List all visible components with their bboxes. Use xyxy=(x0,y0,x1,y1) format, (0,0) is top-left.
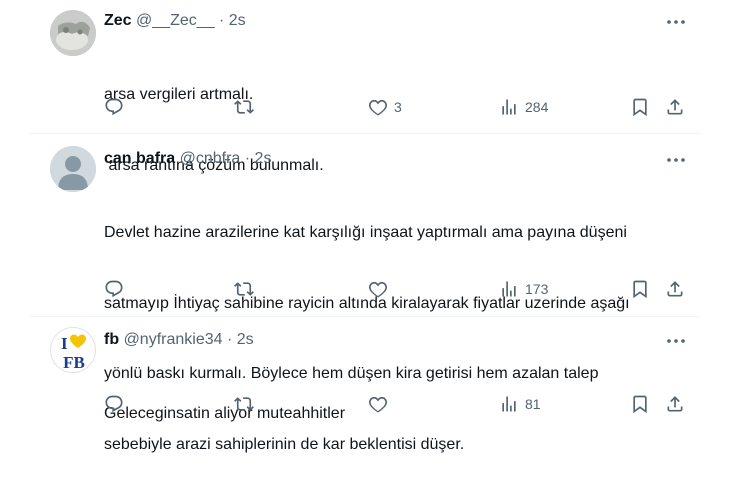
tweet-can-bafra[interactable]: can bafra @cnbfra · 2s Devlet hazine ara… xyxy=(0,134,730,453)
separator-dot: · xyxy=(219,12,225,29)
retweet-icon xyxy=(234,100,254,114)
retweet-button[interactable] xyxy=(234,278,254,300)
retweet-icon xyxy=(234,397,254,411)
display-name[interactable]: Zec xyxy=(104,12,132,29)
bookmark-button[interactable] xyxy=(630,278,650,300)
more-icon xyxy=(667,158,685,162)
like-icon xyxy=(368,99,388,116)
share-button[interactable] xyxy=(665,278,685,300)
reply-button[interactable] xyxy=(104,278,124,300)
share-icon xyxy=(667,396,683,412)
tweet-text-line: Devlet hazine arazilerine kat karşılığı … xyxy=(104,224,627,241)
default-avatar-icon xyxy=(50,146,96,192)
i-love-fb-logo: I FB xyxy=(51,328,95,372)
retweet-button[interactable] xyxy=(234,96,254,118)
display-name[interactable]: fb xyxy=(104,331,119,348)
tweet-header: can bafra @cnbfra · 2s xyxy=(104,148,271,170)
tweet-text: Geleceginsatin aliyor muteahhitler xyxy=(104,355,704,473)
views-icon xyxy=(502,396,516,412)
logo-letter: I xyxy=(61,334,68,353)
user-handle[interactable]: @nyfrankie34 xyxy=(124,331,223,348)
share-button[interactable] xyxy=(665,96,685,118)
views-button[interactable]: 173 xyxy=(499,278,548,300)
more-button[interactable] xyxy=(664,331,688,351)
user-handle[interactable]: @cnbfra xyxy=(180,150,241,167)
bookmark-icon xyxy=(633,280,647,299)
timestamp[interactable]: 2s xyxy=(229,12,246,29)
bookmark-button[interactable] xyxy=(630,393,650,415)
retweet-button[interactable] xyxy=(234,393,254,415)
more-button[interactable] xyxy=(664,150,688,170)
views-count: 284 xyxy=(525,99,549,115)
views-button[interactable]: 81 xyxy=(499,393,541,415)
share-icon xyxy=(667,281,683,297)
tweet-fb[interactable]: I FB fb @nyfrankie34 · 2s Geleceginsatin… xyxy=(0,317,730,422)
user-handle[interactable]: @__Zec__ xyxy=(136,12,215,29)
like-button[interactable] xyxy=(368,393,394,415)
avatar[interactable]: I FB xyxy=(50,327,96,373)
more-icon xyxy=(667,20,685,24)
avatar[interactable] xyxy=(50,10,96,56)
reply-icon xyxy=(105,98,123,116)
timestamp[interactable]: 2s xyxy=(255,150,272,167)
tweet-text-line: satmayıp İhtiyaç sahibine rayicin altınd… xyxy=(104,294,630,312)
tweet-header: Zec @__Zec__ · 2s xyxy=(104,10,246,32)
like-button[interactable]: 3 xyxy=(368,96,402,118)
reply-button[interactable] xyxy=(104,96,124,118)
like-icon xyxy=(368,396,388,413)
views-button[interactable]: 284 xyxy=(499,96,548,118)
bookmark-button[interactable] xyxy=(630,96,650,118)
reply-button[interactable] xyxy=(104,393,124,415)
bookmark-icon xyxy=(633,395,647,414)
separator-dot: · xyxy=(226,331,233,348)
views-count: 81 xyxy=(525,396,541,412)
share-button[interactable] xyxy=(665,393,685,415)
reply-icon xyxy=(105,395,123,413)
tweet-header: fb @nyfrankie34 · 2s xyxy=(104,329,254,351)
tweet-zec[interactable]: Zec @__Zec__ · 2s arsa vergileri artmalı… xyxy=(0,0,730,174)
more-button[interactable] xyxy=(664,12,688,32)
bookmark-icon xyxy=(633,98,647,117)
like-count: 3 xyxy=(394,99,402,115)
like-button[interactable] xyxy=(368,278,394,300)
more-icon xyxy=(667,339,685,343)
avatar[interactable] xyxy=(50,146,96,192)
views-icon xyxy=(502,281,516,297)
timestamp[interactable]: 2s xyxy=(237,331,254,348)
retweet-icon xyxy=(234,282,254,296)
logo-letters: FB xyxy=(63,353,85,372)
tweet-text-line: Geleceginsatin aliyor muteahhitler xyxy=(104,405,346,422)
tweet-text-line: arsa vergileri artmalı. xyxy=(104,86,254,103)
reply-icon xyxy=(105,280,123,298)
share-icon xyxy=(667,99,683,115)
like-icon xyxy=(368,281,388,298)
separator-dot: · xyxy=(244,150,251,167)
views-icon xyxy=(502,99,516,115)
avatar-photo xyxy=(50,10,96,56)
views-count: 173 xyxy=(525,281,549,297)
display-name[interactable]: can bafra xyxy=(104,150,175,167)
